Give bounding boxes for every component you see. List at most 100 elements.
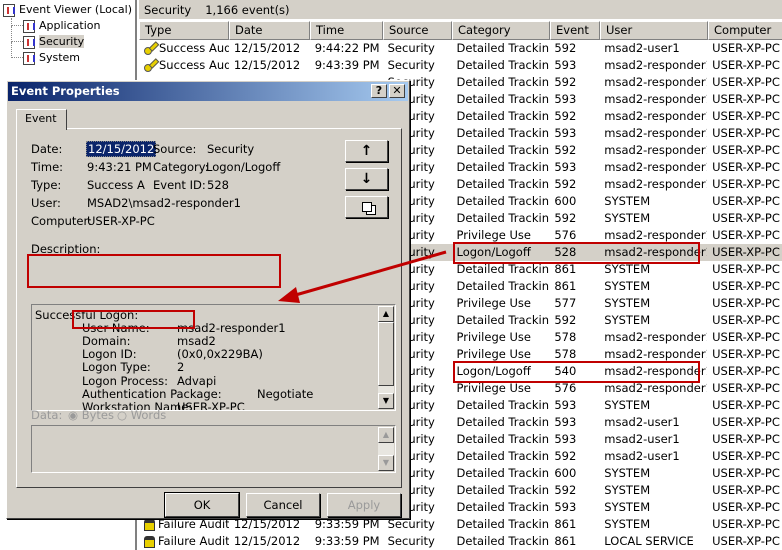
column-header-time[interactable]: Time [310,21,383,40]
dialog-title: Event Properties [11,84,120,98]
cell-text: SYSTEM [604,211,651,225]
cell-text: 593 [554,92,577,106]
cell-date: 12/15/2012 [229,40,310,57]
cell-text: msad2-responder1 [604,381,708,395]
column-header-category[interactable]: Category [452,21,550,40]
scroll-up-button[interactable]: ▲ [378,427,394,443]
description-scrollbar[interactable]: ▲ ▼ [378,306,394,409]
tree-item-application[interactable]: Application [23,18,100,34]
table-row[interactable]: Success Audit 12/15/2012 9:43:39 PM Securit… [139,57,782,74]
scroll-down-button[interactable]: ▼ [378,393,394,409]
cell-computer: USER-XP-PC [707,159,782,176]
user-label: User: [31,196,61,210]
copy-button[interactable] [345,196,388,218]
cell-text: USER-XP-PC [712,143,780,157]
cell-text: Privilege Use [456,381,531,395]
cell-event: 576 [549,380,599,397]
cell-user: SYSTEM [599,482,707,499]
cell-text: 576 [554,381,577,395]
cell-user: msad2-responder1 [599,176,707,193]
cancel-button[interactable]: Cancel [246,493,320,517]
next-event-button[interactable]: ↓ [345,168,388,190]
cell-event: 593 [549,397,599,414]
cell-text: msad2-user1 [604,415,680,429]
column-header-event[interactable]: Event [550,21,600,40]
cell-category: Detailed Tracking [452,516,550,533]
help-button[interactable]: ? [371,84,387,98]
cell-text: USER-XP-PC [712,500,780,514]
cell-text: USER-XP-PC [712,449,780,463]
date-value[interactable]: 12/15/2012 [86,141,157,157]
user-value: MSAD2\msad2-responder1 [87,196,241,210]
key-icon [144,43,157,55]
column-header-source[interactable]: Source [383,21,452,40]
data-scrollbar[interactable]: ▲ ▼ [378,427,394,471]
cell-computer: USER-XP-PC [707,125,782,142]
time-label: Time: [31,160,64,174]
copy-icon [361,202,372,212]
previous-event-button[interactable]: ↑ [345,140,388,162]
cell-category: Privilege Use [452,346,550,363]
column-header-computer[interactable]: Computer [708,21,782,40]
cell-text: msad2-responder1 [604,364,708,378]
column-header-date[interactable]: Date [229,21,310,40]
column-header-type[interactable]: Type [139,21,229,40]
table-row[interactable]: Success Audit 12/15/2012 9:44:22 PM Securit… [139,40,782,57]
cell-text: 9:44:22 PM [314,41,380,55]
cell-category: Detailed Tracking [452,108,550,125]
cell-user: SYSTEM [599,499,707,516]
words-radio[interactable]: ○ Words [117,408,166,422]
cell-text: 600 [554,466,577,480]
cell-computer: USER-XP-PC [707,499,782,516]
computer-label: Computer: [31,214,92,228]
ok-button[interactable]: OK [164,492,240,518]
category-label: Category: [153,160,209,174]
cell-category: Detailed Tracking [452,176,550,193]
tree-root[interactable]: Event Viewer (Local) [3,2,132,18]
scroll-thumb[interactable] [378,322,394,386]
description-key: User Name: [82,321,150,336]
cell-text: Logon/Logoff [456,245,531,259]
cell-category: Detailed Tracking [452,414,550,431]
cell-text: USER-XP-PC [712,228,780,242]
bytes-radio[interactable]: ◉ Bytes [68,408,114,422]
event-viewer-icon [3,3,15,17]
column-header-user[interactable]: User [600,21,708,40]
cell-text: USER-XP-PC [712,517,780,531]
cell-event: 600 [549,193,599,210]
data-textbox[interactable]: ▲ ▼ [31,425,396,473]
cell-computer: USER-XP-PC [707,176,782,193]
table-row[interactable]: Failure Audit 12/15/2012 9:33:59 PM Securit… [139,533,782,550]
cell-event: 593 [549,414,599,431]
cell-text: USER-XP-PC [712,126,780,140]
cell-user: msad2-user1 [599,431,707,448]
cell-text: USER-XP-PC [712,92,780,106]
cell-time: 9:44:22 PM [310,40,383,57]
cell-text: USER-XP-PC [712,58,780,72]
cell-user: SYSTEM [599,465,707,482]
description-key: Domain: [82,334,131,349]
cell-computer: USER-XP-PC [707,74,782,91]
cell-text: msad2-user1 [604,41,680,55]
cell-category: Detailed Tracking [452,57,550,74]
scroll-up-button[interactable]: ▲ [378,306,394,322]
cell-category: Detailed Tracking [452,448,550,465]
tree-item-system[interactable]: System [23,50,80,66]
description-textbox[interactable]: Successful Logon: User Name: msad2-respond… [31,304,396,411]
cell-text: USER-XP-PC [712,398,780,412]
apply-button[interactable]: Apply [327,493,401,517]
cell-text: Detailed Tracking [456,449,550,463]
cell-source: Security [383,533,452,550]
event-id-label: Event ID: [153,178,206,192]
key-icon [144,60,157,72]
cell-category: Detailed Tracking [452,74,550,91]
lock-icon [144,518,155,531]
cell-text: USER-XP-PC [712,364,780,378]
cell-computer: USER-XP-PC [707,108,782,125]
scroll-down-button[interactable]: ▼ [378,455,394,471]
tab-event[interactable]: Event [16,109,67,130]
close-button[interactable]: ✕ [389,84,405,98]
dialog-title-bar[interactable]: Event Properties ? ✕ [8,82,408,101]
tree-item-security[interactable]: Security [23,34,85,50]
cell-event: 592 [549,142,599,159]
